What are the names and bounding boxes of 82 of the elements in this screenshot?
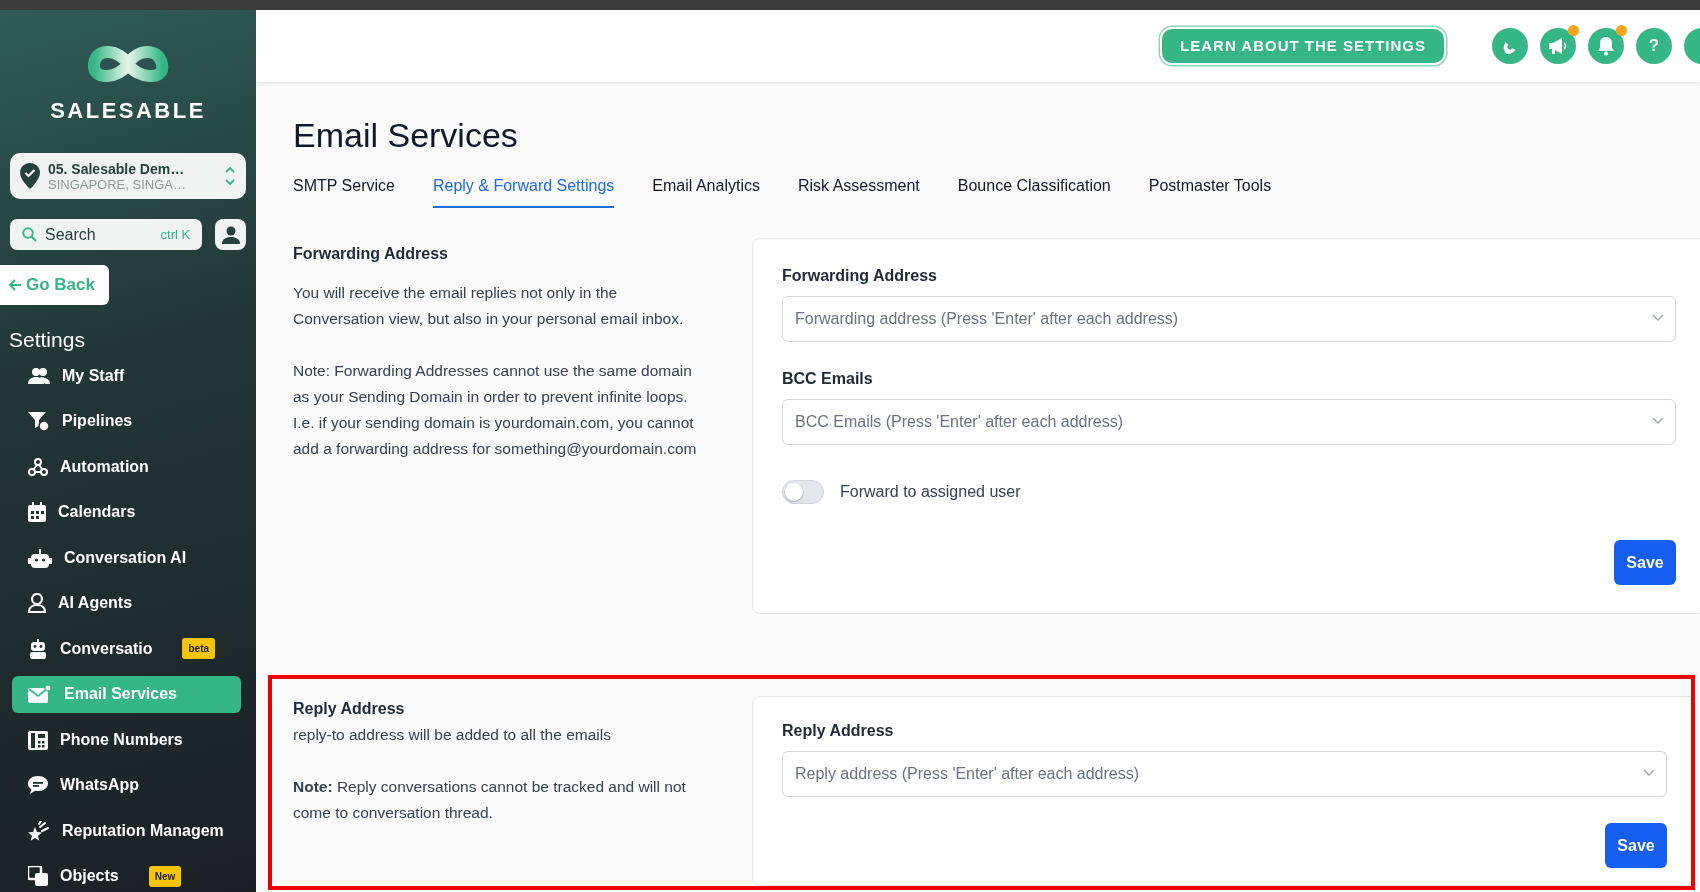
funnel-icon [28,411,50,431]
user-button[interactable] [215,219,246,250]
badge: New [148,865,182,887]
page-title: Email Services [293,115,519,155]
tab[interactable]: SMTP Service [293,174,395,208]
sidebar-item[interactable]: Phone Numbers [12,721,241,758]
shortcut-hint: ctrl K [160,225,191,244]
megaphone-button[interactable] [1540,28,1576,64]
sidebar-item[interactable]: Conversatio beta [12,630,241,667]
sidebar-item[interactable]: Conversation AI [12,539,241,576]
item-label: WhatsApp [60,775,140,795]
people-icon [28,366,50,385]
section-description: Note: Forwarding Addresses cannot use the same domain as your Sending Domain in order to prevent infinite loops. I.e. if your sending domain is yourdomain.com, you cannot add a forwarding address for something@yourdomain.com [293,361,698,459]
section-heading: Settings [9,327,86,353]
item-label: Phone Numbers [60,729,183,750]
sidebar-item[interactable]: Automation [12,448,241,485]
chevron-down-icon [1652,314,1664,322]
webhook-icon [28,456,48,477]
item-label: Conversation AI [64,547,187,568]
calendar-icon [28,502,46,522]
sidebar-item[interactable]: AI Agents [12,584,241,622]
search-icon [22,227,37,242]
sidebar-item[interactable]: Calendars [12,493,241,531]
sidebar-item[interactable]: Objects New [12,857,241,892]
star-icon [28,820,50,841]
tab[interactable]: Risk Assessment [797,174,920,208]
chevron-down-icon [1643,769,1655,777]
brand-name: SALESABLE [50,97,206,125]
chevron-down-icon [1652,417,1664,425]
item-label: Conversatio [60,638,153,659]
section-subtitle: reply-to address will be added to all the emails [293,725,612,745]
toggle-switch[interactable] [782,480,824,504]
location-address: SINGAPORE, SINGA… [48,176,187,192]
sidebar-item[interactable]: Reputation Managem [12,812,241,849]
item-label: My Staff [62,365,125,386]
person-icon [28,593,46,613]
field-label: BCC Emails [782,369,874,389]
input-field[interactable]: Forwarding address (Press 'Enter' after each address) [782,296,1676,342]
item-label: Objects [60,866,119,886]
search-field[interactable]: Search ctrl K [10,219,203,250]
input-field[interactable]: Reply address (Press 'Enter' after each address) [782,751,1667,797]
badge: beta [182,638,216,659]
bell-button[interactable] [1588,28,1624,64]
tab[interactable]: Reply & Forward Settings [432,174,615,208]
up-down-chevron-icon [224,165,236,187]
chat-bubble-icon [28,776,48,794]
field-label: Forwarding Address [782,266,938,286]
phone-button[interactable] [1492,28,1528,64]
fax-icon [28,729,48,750]
location-switcher[interactable]: 05. Salesable Dem… SINGAPORE, SINGA… [10,153,246,199]
arrow-left-icon [8,278,22,292]
robot-icon [28,547,52,568]
tab[interactable]: Bounce Classification [957,174,1111,208]
item-label: Calendars [58,502,136,522]
location-name: 05. Salesable Dem… [48,160,186,177]
bell-icon [1597,36,1615,56]
input-field[interactable]: BCC Emails (Press 'Enter' after each address) [782,399,1676,445]
item-label: Email Services [64,684,177,704]
search-placeholder: Search [45,224,96,245]
sidebar-item[interactable]: Pipelines [12,402,241,440]
envelope-icon [28,685,52,703]
item-label: AI Agents [58,593,133,613]
map-pin-icon [20,163,40,189]
item-label: Automation [60,456,149,477]
sidebar-item[interactable]: WhatsApp [12,766,241,804]
item-label: Reputation Managem [62,820,224,841]
section-description: Note: Reply conversations cannot be tracked and will not come to conversation thread. [293,777,687,823]
megaphone-icon [1548,37,1568,55]
field-label: Reply Address [782,721,895,741]
section-title: Forwarding Address [293,244,449,264]
user-icon [221,225,240,244]
toggle-label: Forward to assigned user [840,482,1021,502]
section-description: You will receive the email replies not only in the Conversation view, but also in your personal email inbox. [293,283,685,329]
save-button[interactable]: Save [1605,823,1667,868]
save-button[interactable]: Save [1614,540,1676,585]
sidebar-item[interactable]: My Staff [12,357,241,394]
item-label: Pipelines [62,411,133,431]
robot-icon [28,638,48,659]
section-title: Reply Address [293,699,406,719]
tab[interactable]: Postmaster Tools [1148,174,1272,208]
tab[interactable]: Email Analytics [652,174,760,208]
squares-icon [28,866,48,886]
